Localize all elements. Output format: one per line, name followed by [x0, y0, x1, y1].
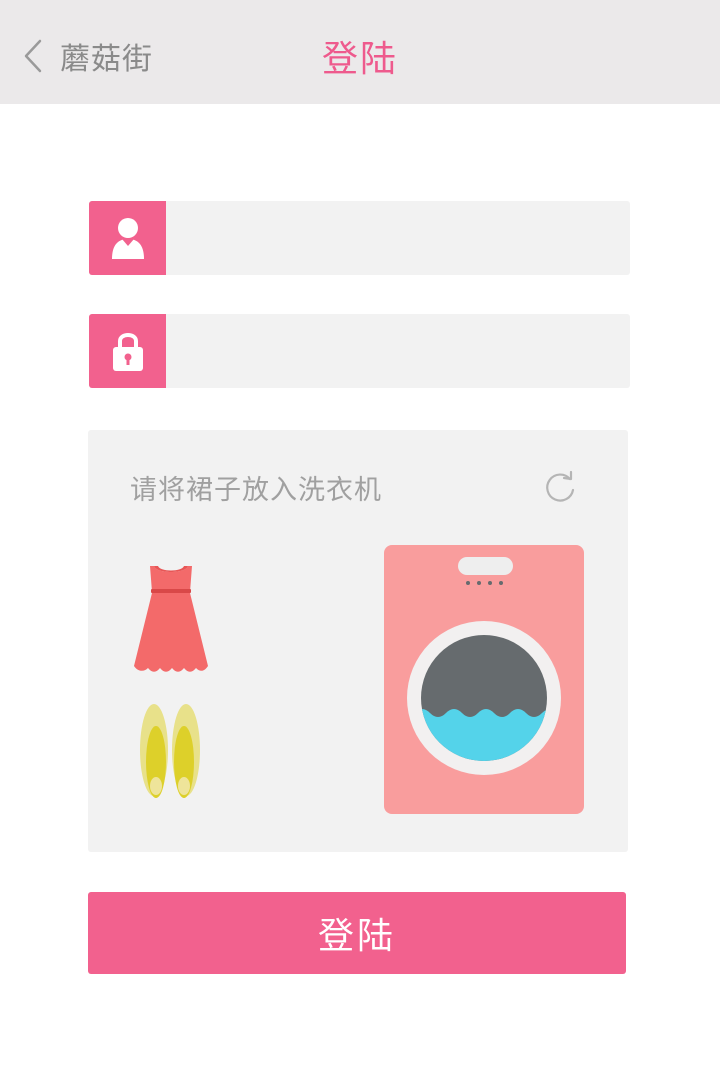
- captcha-prompt: 请将裙子放入洗衣机: [130, 475, 382, 506]
- shoes-icon[interactable]: [138, 702, 204, 802]
- login-button[interactable]: 登陆: [88, 892, 626, 974]
- refresh-icon[interactable]: [542, 468, 578, 504]
- user-icon: [89, 201, 166, 275]
- login-page: 蘑菇街 登陆 请将裙子放入洗衣机 登陆: [0, 0, 720, 1080]
- username-input[interactable]: [166, 201, 630, 275]
- password-field: [89, 314, 630, 388]
- username-field: [89, 201, 630, 275]
- dress-icon[interactable]: [132, 562, 210, 678]
- washing-machine-icon[interactable]: [384, 545, 584, 814]
- password-input[interactable]: [166, 314, 630, 388]
- lock-icon: [89, 314, 166, 388]
- header-bar: 蘑菇街 登陆: [0, 0, 720, 104]
- drag-captcha: 请将裙子放入洗衣机: [88, 430, 628, 852]
- page-title: 登陆: [321, 39, 398, 80]
